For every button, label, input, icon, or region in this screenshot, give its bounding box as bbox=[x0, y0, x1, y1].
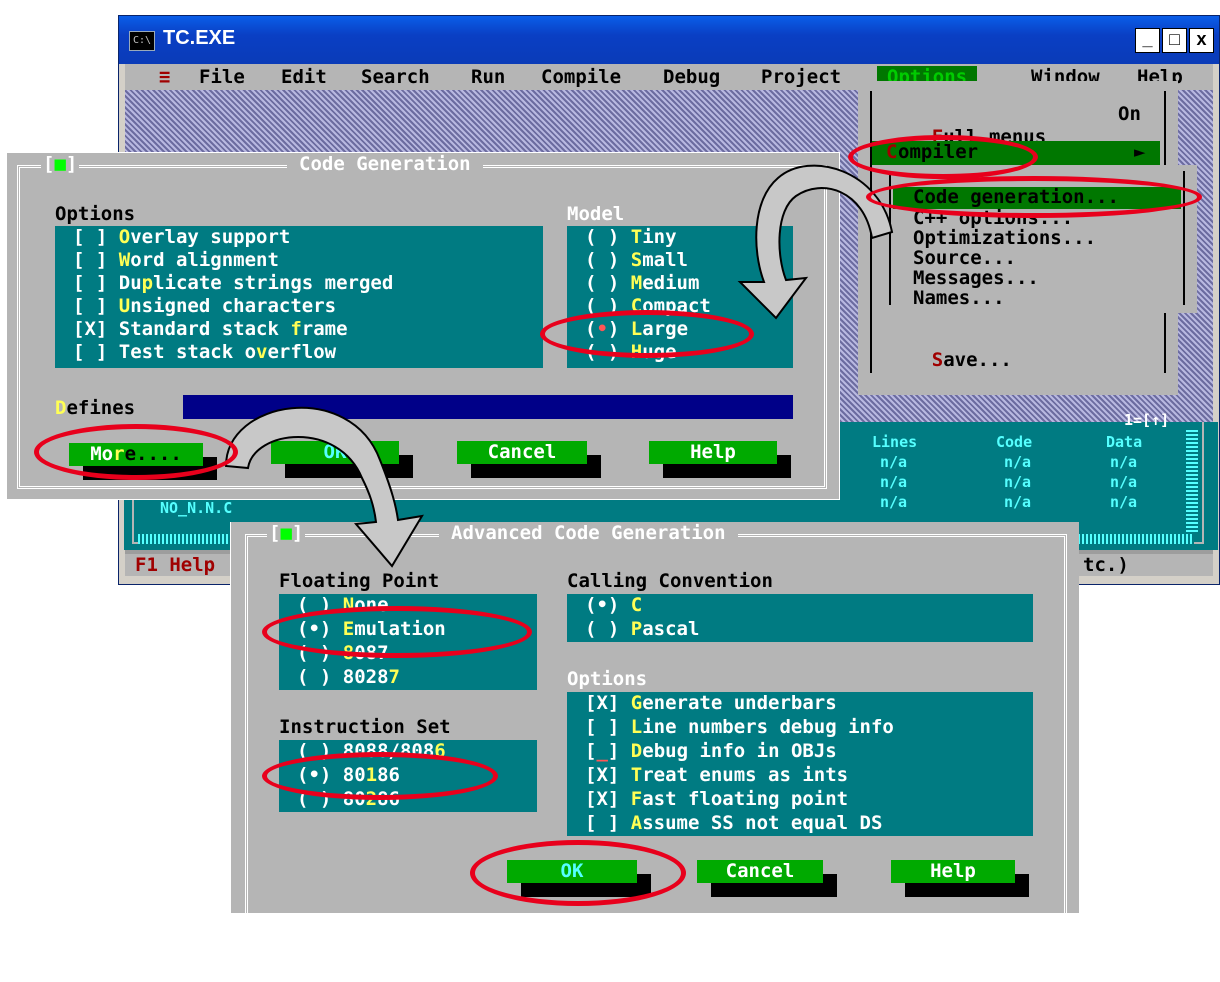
arrow-to-advanced bbox=[224, 406, 424, 568]
arrow-to-code-generation bbox=[737, 164, 894, 320]
annotation-arrows bbox=[224, 164, 894, 568]
